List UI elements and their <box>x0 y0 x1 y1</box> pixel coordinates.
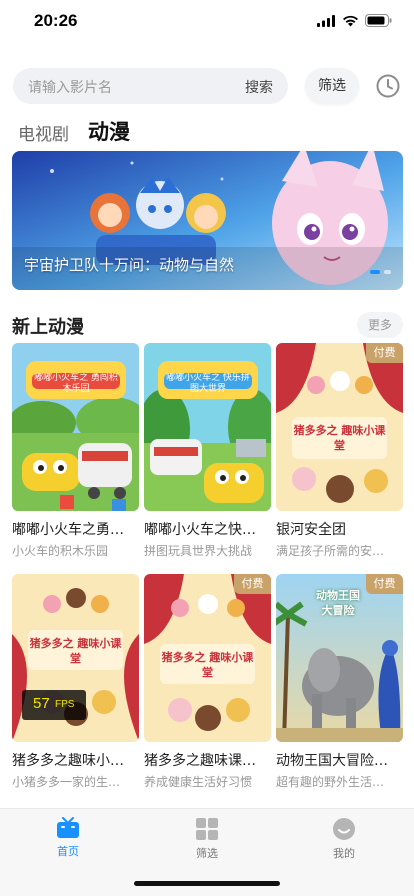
featured-banner[interactable]: 宇宙护卫队十万问：动物与自然 <box>12 151 403 290</box>
history-clock-icon[interactable] <box>375 73 401 99</box>
home-indicator <box>134 881 280 886</box>
card-thumbnail: 嘟嘟小火车之 勇闯积木乐园 <box>12 343 139 511</box>
banner-pagination <box>370 270 391 274</box>
nav-item-filter[interactable]: 筛选 <box>167 817 247 861</box>
train-poster-art <box>144 343 271 511</box>
card-thumb-title: 嘟嘟小火车之 快乐拼图大世界 <box>166 373 250 394</box>
card-title: 嘟嘟小火车之勇… <box>12 522 124 538</box>
card-title: 猪多多之趣味小… <box>12 753 124 769</box>
card-title: 动物王国大冒险… <box>276 753 388 769</box>
train-poster-art <box>12 343 139 511</box>
search-button[interactable]: 搜索 <box>245 77 273 97</box>
card-thumb-title: 猪多多之 趣味小课堂 <box>161 651 254 679</box>
card-thumbnail: 动物王国 大冒险 付费 <box>276 574 403 742</box>
status-bar: 20:26 <box>0 0 414 46</box>
card-thumb-title: 猪多多之 趣味小课堂 <box>293 424 386 452</box>
battery-icon <box>365 14 392 27</box>
nav-item-profile[interactable]: 我的 <box>304 817 384 861</box>
card-subtitle: 拼图玩具世界大挑战 <box>144 544 253 558</box>
nav-label-filter: 筛选 <box>196 847 218 860</box>
card-subtitle: 超有趣的野外生活… <box>276 775 385 789</box>
filter-button[interactable]: 筛选 <box>305 68 359 104</box>
nav-label-home: 首页 <box>57 845 79 858</box>
more-button[interactable]: 更多 <box>357 312 403 338</box>
banner-caption: 宇宙护卫队十万问：动物与自然 <box>24 256 235 274</box>
status-icons <box>317 14 392 27</box>
tab-tv-series[interactable]: 电视剧 <box>18 120 69 145</box>
card-subtitle: 养成健康生活好习惯 <box>144 775 253 789</box>
section-title: 新上动漫 <box>12 317 84 338</box>
grid-icon <box>196 818 218 840</box>
tab-anime[interactable]: 动漫 <box>88 116 130 146</box>
card-thumbnail: 嘟嘟小火车之 快乐拼图大世界 <box>144 343 271 511</box>
fps-value: 57 <box>33 695 50 712</box>
card-subtitle: 小火车的积木乐园 <box>12 544 109 558</box>
card-subtitle: 满足孩子所需的安… <box>276 544 385 558</box>
status-time: 20:26 <box>34 11 78 30</box>
card-title: 银河安全团 <box>276 522 346 538</box>
card-title: 猪多多之趣味课… <box>144 753 256 769</box>
cellular-signal-icon <box>317 14 335 27</box>
fps-label: FPS <box>55 699 75 710</box>
card-thumb-title: 嘟嘟小火车之 勇闯积木乐园 <box>34 373 118 394</box>
card-thumbnail: 猪多多之 趣味小课堂 付费 <box>276 343 403 511</box>
search-placeholder: 请输入影片名 <box>28 80 112 96</box>
paid-badge: 付费 <box>234 574 271 594</box>
user-face-icon <box>333 818 355 840</box>
card-title: 嘟嘟小火车之快… <box>144 522 256 538</box>
card-subtitle: 小猪多多一家的生… <box>12 775 121 789</box>
banner-dot-active <box>370 270 380 274</box>
wifi-icon <box>343 15 358 26</box>
card-thumb-title: 猪多多之 趣味小课堂 <box>29 637 122 665</box>
banner-dot <box>384 270 391 274</box>
paid-badge: 付费 <box>366 574 403 594</box>
fps-counter: 57 FPS <box>22 690 86 720</box>
search-input[interactable]: 请输入影片名 搜索 <box>13 68 288 104</box>
tv-icon <box>57 817 79 838</box>
paid-badge: 付费 <box>366 343 403 363</box>
nav-item-home[interactable]: 首页 <box>28 817 108 859</box>
card-thumb-title: 动物王国 大冒险 <box>316 589 360 617</box>
nav-label-profile: 我的 <box>333 847 355 860</box>
card-thumbnail: 猪多多之 趣味小课堂 付费 <box>144 574 271 742</box>
